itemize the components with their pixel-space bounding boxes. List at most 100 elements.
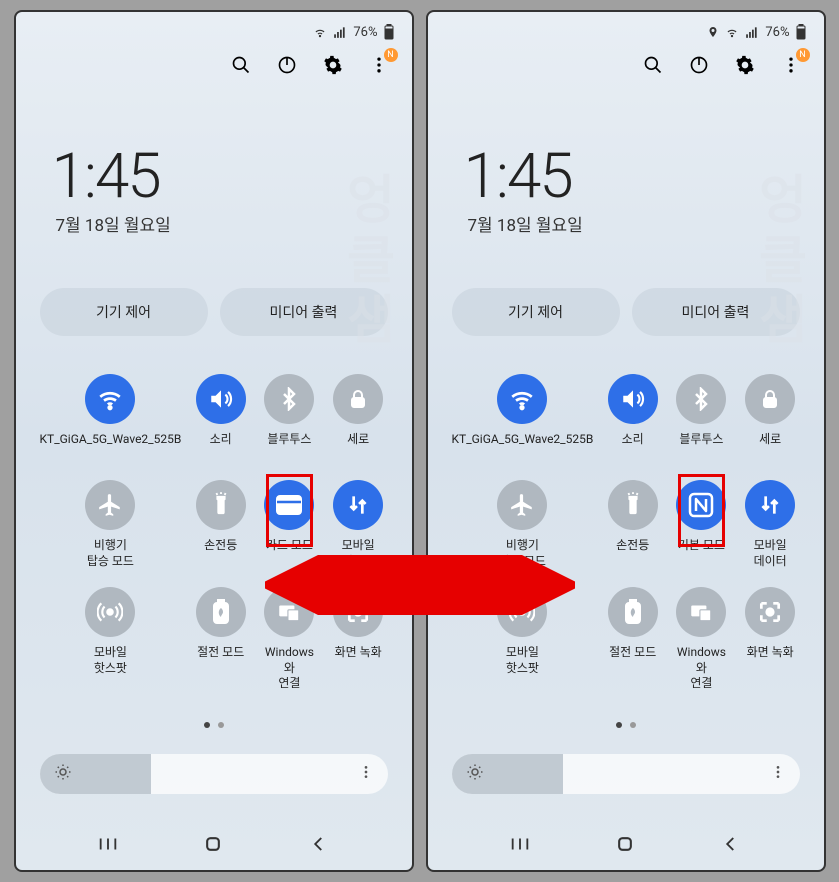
data-icon[interactable]: [745, 480, 795, 530]
windows-icon[interactable]: [676, 587, 726, 637]
tile-label: 비행기탑승 모드: [87, 538, 134, 569]
flashlight-icon[interactable]: [196, 480, 246, 530]
search-icon[interactable]: [642, 54, 664, 76]
tile-airplane[interactable]: 비행기탑승 모드: [40, 480, 182, 569]
media-output-pill[interactable]: 미디어 출력: [220, 288, 388, 336]
tile-label: 모바일데이터: [342, 538, 375, 569]
tile-bluetooth[interactable]: 블루투스: [260, 374, 319, 462]
clock-time: 1:45: [52, 140, 376, 213]
tile-label: 소리: [622, 432, 644, 462]
brightness-menu-icon[interactable]: [770, 764, 786, 784]
page-dot-2[interactable]: [218, 722, 224, 728]
battery-percent: 76%: [765, 25, 789, 40]
tile-sound[interactable]: 소리: [191, 374, 250, 462]
brightness-menu-icon[interactable]: [358, 764, 374, 784]
battery-icon: [796, 24, 806, 40]
tile-windows[interactable]: Windows와연결: [260, 587, 319, 692]
tile-windows[interactable]: Windows와연결: [672, 587, 731, 692]
tile-label: 기본 모드: [678, 538, 725, 568]
wifi-icon[interactable]: [497, 374, 547, 424]
notification-badge: N: [796, 48, 810, 62]
tile-label: 모바일핫스팟: [506, 645, 539, 676]
phone-left: 엉클샘 76% N 1:45 7월 18일 월요일 기기 제어 미디어 출력 K…: [14, 10, 414, 872]
bluetooth-icon[interactable]: [264, 374, 314, 424]
settings-icon[interactable]: [322, 54, 344, 76]
tile-nfc-left[interactable]: NFC카드 모드: [260, 480, 319, 569]
tile-label: 손전등: [616, 538, 649, 568]
tile-label: 소리: [210, 432, 232, 462]
nav-back[interactable]: [717, 834, 745, 854]
svg-text:NFC: NFC: [284, 506, 296, 513]
device-control-pill[interactable]: 기기 제어: [40, 288, 208, 336]
brightness-slider[interactable]: [40, 754, 388, 794]
tile-wifi[interactable]: KT_GiGA_5G_Wave2_525B: [40, 374, 182, 462]
page-dot-2[interactable]: [630, 722, 636, 728]
tile-label: 블루투스: [679, 432, 723, 462]
airplane-icon[interactable]: [497, 480, 547, 530]
record-icon[interactable]: [745, 587, 795, 637]
lock-icon[interactable]: [333, 374, 383, 424]
volume-icon[interactable]: [608, 374, 658, 424]
brightness-icon: [54, 763, 72, 785]
flashlight-icon[interactable]: [608, 480, 658, 530]
tile-power-save[interactable]: 절전 모드: [191, 587, 250, 692]
clock-area: 1:45 7월 18일 월요일: [16, 84, 412, 256]
windows-icon[interactable]: [264, 587, 314, 637]
nav-back[interactable]: [305, 834, 333, 854]
tile-label: 모바일데이터: [754, 538, 787, 569]
nav-home[interactable]: [611, 834, 639, 854]
tile-airplane[interactable]: 비행기탑승 모드: [452, 480, 594, 569]
tile-rotation[interactable]: 세로: [329, 374, 388, 462]
tile-hotspot[interactable]: 모바일핫스팟: [40, 587, 182, 692]
tile-nfc-right[interactable]: 기본 모드: [672, 480, 731, 569]
page-dot-1[interactable]: [204, 722, 210, 728]
tile-power-save[interactable]: 절전 모드: [603, 587, 662, 692]
data-icon[interactable]: [333, 480, 383, 530]
tile-screen-record[interactable]: 화면 녹화: [741, 587, 800, 692]
hotspot-icon[interactable]: [85, 587, 135, 637]
tile-wifi[interactable]: KT_GiGA_5G_Wave2_525B: [452, 374, 594, 462]
notification-badge: N: [384, 48, 398, 62]
media-output-pill[interactable]: 미디어 출력: [632, 288, 800, 336]
nav-recents[interactable]: [94, 834, 122, 854]
tile-flashlight[interactable]: 손전등: [191, 480, 250, 569]
tile-flashlight[interactable]: 손전등: [603, 480, 662, 569]
wifi-icon: [313, 25, 327, 39]
power-icon[interactable]: [688, 54, 710, 76]
tile-label: Windows와연결: [672, 645, 731, 692]
tile-mobile-data[interactable]: 모바일데이터: [741, 480, 800, 569]
tile-mobile-data[interactable]: 모바일데이터: [329, 480, 388, 569]
nfc-n-icon[interactable]: [676, 480, 726, 530]
volume-icon[interactable]: [196, 374, 246, 424]
battery-save-icon[interactable]: [196, 587, 246, 637]
tile-rotation[interactable]: 세로: [741, 374, 800, 462]
wifi-icon[interactable]: [85, 374, 135, 424]
status-bar: 76%: [428, 12, 824, 46]
page-dot-1[interactable]: [616, 722, 622, 728]
nav-home[interactable]: [199, 834, 227, 854]
page-indicator: [428, 710, 824, 746]
tile-screen-record[interactable]: 화면 녹화: [329, 587, 388, 692]
search-icon[interactable]: [230, 54, 252, 76]
record-icon[interactable]: [333, 587, 383, 637]
bluetooth-icon[interactable]: [676, 374, 726, 424]
page-indicator: [16, 710, 412, 746]
device-control-pill[interactable]: 기기 제어: [452, 288, 620, 336]
power-icon[interactable]: [276, 54, 298, 76]
nfc-card-icon[interactable]: NFC: [264, 480, 314, 530]
battery-save-icon[interactable]: [608, 587, 658, 637]
nav-recents[interactable]: [506, 834, 534, 854]
hotspot-icon[interactable]: [497, 587, 547, 637]
quick-tiles-grid: KT_GiGA_5G_Wave2_525B 소리 블루투스 세로비행기탑승 모드손전등…: [428, 356, 824, 710]
tile-label: 절전 모드: [197, 645, 244, 675]
settings-icon[interactable]: [734, 54, 756, 76]
lock-icon[interactable]: [745, 374, 795, 424]
tile-label: 화면 녹화: [747, 645, 794, 675]
tile-sound[interactable]: 소리: [603, 374, 662, 462]
tile-bluetooth[interactable]: 블루투스: [672, 374, 731, 462]
tile-hotspot[interactable]: 모바일핫스팟: [452, 587, 594, 692]
airplane-icon[interactable]: [85, 480, 135, 530]
brightness-slider[interactable]: [452, 754, 800, 794]
clock-area: 1:45 7월 18일 월요일: [428, 84, 824, 256]
nav-bar: [428, 816, 824, 870]
